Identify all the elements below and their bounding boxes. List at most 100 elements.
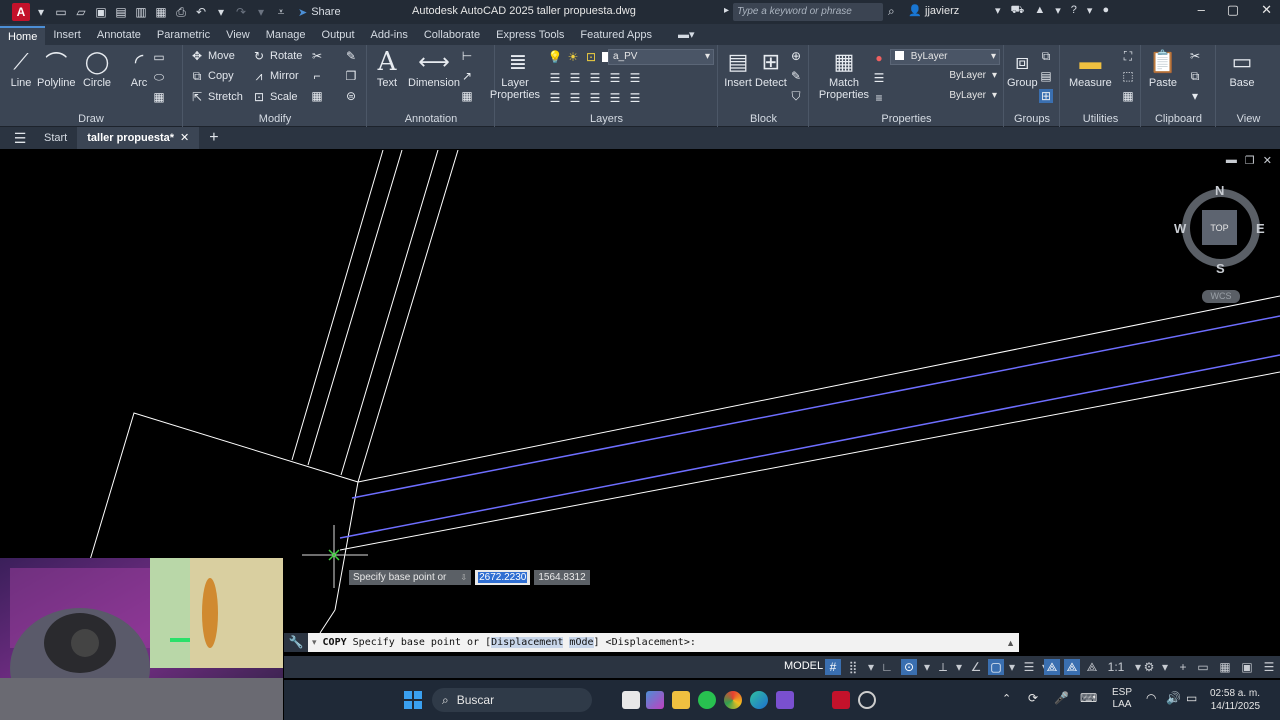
copilot-icon[interactable] — [646, 691, 664, 709]
select-all-icon[interactable]: ⬚ — [1121, 69, 1135, 83]
obs-icon[interactable] — [858, 691, 876, 709]
edge-icon[interactable] — [750, 691, 768, 709]
clipboard-panel-title[interactable]: Clipboard — [1142, 113, 1215, 125]
viewcube-west[interactable]: W — [1174, 221, 1186, 236]
viewcube-south[interactable]: S — [1216, 261, 1225, 276]
tab-collaborate[interactable]: Collaborate — [416, 26, 488, 45]
lineweight-icon[interactable]: ≡ — [872, 91, 886, 105]
layer-lock-icon[interactable]: ⊡ — [584, 50, 598, 64]
close-tab-icon[interactable]: ✕ — [180, 132, 189, 144]
tray-language[interactable]: ESP LAA — [1112, 687, 1132, 711]
share-button[interactable]: ➤ Share — [298, 6, 341, 19]
isodraft-icon[interactable]: ⟂ — [935, 659, 951, 675]
layer-properties-button[interactable]: ≣ Layer Properties — [490, 47, 540, 101]
measure-button[interactable]: ▬ Measure — [1069, 47, 1112, 89]
tab-annotate[interactable]: Annotate — [89, 26, 149, 45]
undo-icon[interactable]: ↶ — [192, 3, 210, 21]
file-explorer-icon[interactable] — [672, 691, 690, 709]
detect-button[interactable]: ⊞ Detect — [755, 47, 787, 89]
dimension-button[interactable]: ⟷ Dimension — [408, 47, 460, 89]
redo-icon[interactable]: ↷ — [232, 3, 250, 21]
paste-button[interactable]: 📋 Paste — [1148, 47, 1178, 89]
viewcube-north[interactable]: N — [1215, 183, 1224, 198]
fillet-icon[interactable]: ⌐ — [310, 69, 324, 83]
tab-express-tools[interactable]: Express Tools — [488, 26, 572, 45]
ortho-icon[interactable]: ∟ — [879, 659, 895, 675]
object-snap-dropdown-icon[interactable]: ▾ — [1004, 659, 1020, 675]
maximize-icon[interactable]: ▢ — [1227, 2, 1239, 18]
linetype-icon[interactable]: ☰ — [872, 71, 886, 85]
taskbar-search[interactable]: ⌕ Buscar — [432, 688, 592, 712]
tab-insert[interactable]: Insert — [45, 26, 89, 45]
object-snap-icon[interactable]: ▢ — [988, 659, 1004, 675]
drawing-tab[interactable]: taller propuesta* ✕ — [77, 127, 200, 149]
scale-button[interactable]: ⊡ Scale — [252, 90, 298, 104]
draw-panel-title[interactable]: Draw — [0, 113, 182, 125]
chrome-icon[interactable] — [724, 691, 742, 709]
linetype-dropdown[interactable]: ByLayer ▾ — [890, 69, 1000, 85]
redo-dropdown-icon[interactable]: ▾ — [252, 3, 270, 21]
annotation-visibility-icon[interactable]: ⟁ — [1044, 659, 1060, 675]
arc-button[interactable]: ◜ Arc — [124, 47, 154, 89]
help-icon[interactable]: ? — [1071, 4, 1077, 18]
auto-scale-icon[interactable]: ⟁ — [1064, 659, 1080, 675]
attribute-icon[interactable]: ⛉ — [789, 89, 803, 103]
group-select-icon[interactable]: ⊞ — [1039, 89, 1053, 103]
hardware-accel-icon[interactable]: ▦ — [1217, 659, 1233, 675]
tooltip-options-icon[interactable]: ⇩ — [460, 573, 467, 582]
rotate-button[interactable]: ↻ Rotate — [252, 49, 302, 63]
stay-connected-icon[interactable]: ▲ — [1034, 4, 1045, 18]
annotation-scale-icon[interactable]: ⟁ — [1084, 659, 1100, 675]
explode-icon[interactable]: ❐ — [344, 69, 358, 83]
properties-panel-title[interactable]: Properties — [810, 113, 1003, 125]
polyline-button[interactable]: ⌒ Polyline — [37, 47, 76, 89]
color-dropdown[interactable]: ByLayer ▾ — [890, 49, 1000, 65]
command-line[interactable]: 🔧 ▾ COPY Specify base point or [Displace… — [284, 633, 1019, 652]
feedback-icon[interactable]: ● — [1102, 4, 1109, 18]
snap-icon[interactable]: ⣿ — [845, 659, 861, 675]
open-folder-icon[interactable]: ▱ — [72, 3, 90, 21]
match-properties-button[interactable]: ▦ Match Properties — [816, 47, 872, 101]
clean-screen-icon[interactable]: ▣ — [1239, 659, 1255, 675]
tab-featured-apps[interactable]: Featured Apps — [572, 26, 660, 45]
text-button[interactable]: A Text — [372, 47, 402, 89]
polar-dropdown-icon[interactable]: ▾ — [919, 659, 935, 675]
calculator-icon[interactable]: ▦ — [1121, 89, 1135, 103]
object-snap-tracking-icon[interactable]: ∠ — [968, 659, 984, 675]
tab-output[interactable]: Output — [314, 26, 363, 45]
user-name[interactable]: jjavierz — [925, 5, 959, 17]
viewport-restore-icon[interactable]: ❐ — [1245, 154, 1255, 167]
workspace-gear-icon[interactable]: ⚙ — [1141, 659, 1157, 675]
paste-special-icon[interactable]: ▾ — [1188, 89, 1202, 103]
y-coordinate-input[interactable]: 1564.8312 — [534, 570, 590, 585]
annotation-monitor-icon[interactable]: + — [1175, 659, 1191, 675]
circle-button[interactable]: ◯ Circle — [82, 47, 112, 89]
mirror-button[interactable]: ⩘ Mirror — [252, 69, 299, 83]
whatsapp-icon[interactable] — [698, 691, 716, 709]
linear-dim-icon[interactable]: ⊢ — [460, 49, 474, 63]
copy-clip-icon[interactable]: ⧉ — [1188, 69, 1202, 83]
layer-tool-4-icon[interactable]: ☰ — [608, 71, 622, 85]
utilities-panel-title[interactable]: Utilities — [1061, 113, 1140, 125]
layer-tool-5-icon[interactable]: ☰ — [628, 71, 642, 85]
publish-icon[interactable]: ▥ — [132, 3, 150, 21]
ellipse-icon[interactable]: ⬭ — [152, 70, 166, 84]
search-input[interactable]: Type a keyword or phrase — [733, 3, 883, 21]
cut-icon[interactable]: ✂ — [1188, 49, 1202, 63]
new-tab-plus-icon[interactable]: + — [199, 129, 228, 147]
viewport-minimize-icon[interactable]: ▬ — [1226, 154, 1237, 167]
layer-tool-8-icon[interactable]: ☰ — [588, 91, 602, 105]
line-button[interactable]: ⟋ Line — [6, 47, 36, 89]
move-button[interactable]: ✥ Move — [190, 49, 235, 63]
groups-panel-title[interactable]: Groups — [1005, 113, 1059, 125]
insert-button[interactable]: ▤ Insert — [723, 47, 753, 89]
viewport-close-icon[interactable]: ✕ — [1263, 154, 1272, 167]
view-panel-title[interactable]: View — [1217, 113, 1280, 125]
undo-dropdown-icon[interactable]: ▾ — [212, 3, 230, 21]
trim-icon[interactable]: ✂ — [310, 49, 324, 63]
tray-overflow-icon[interactable]: ⌃ — [1002, 692, 1011, 705]
layer-tool-7-icon[interactable]: ☰ — [568, 91, 582, 105]
block-panel-title[interactable]: Block — [719, 113, 808, 125]
hatch-icon[interactable]: ▦ — [152, 90, 166, 104]
user-icon[interactable]: 👤 — [908, 4, 922, 17]
